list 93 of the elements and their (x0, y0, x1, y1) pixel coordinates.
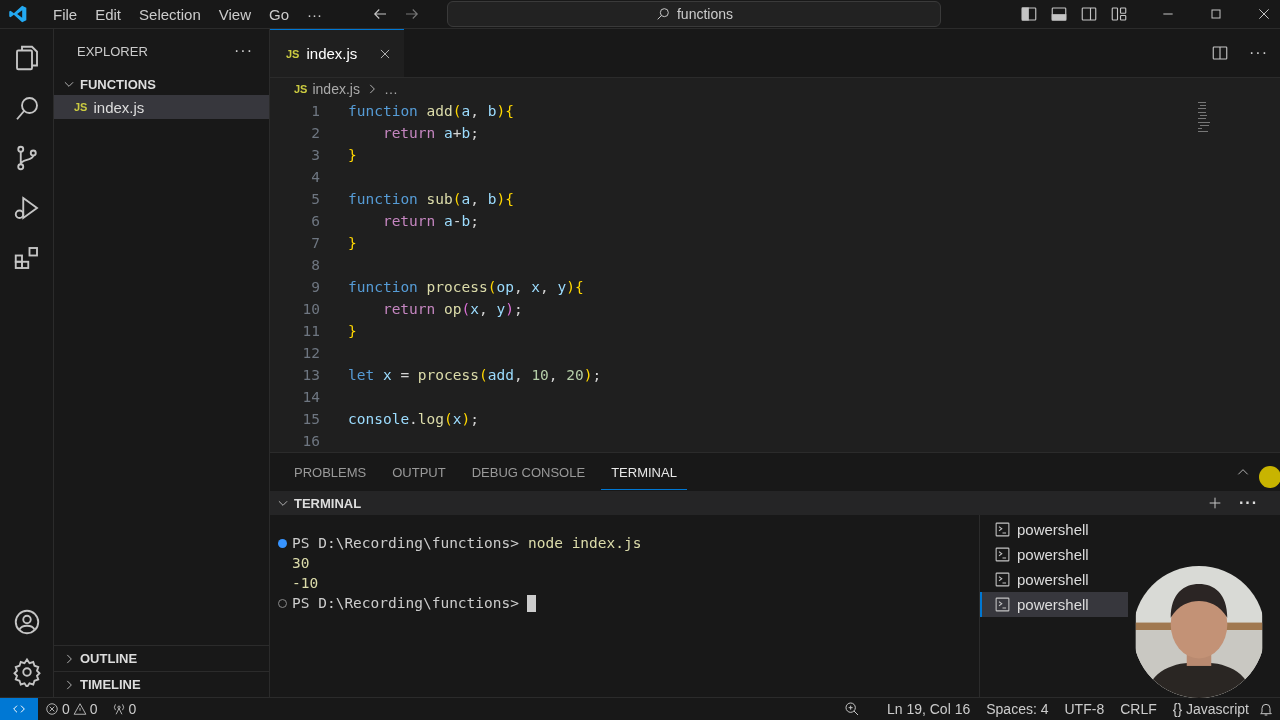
warning-icon (72, 702, 87, 716)
file-name: index.js (93, 98, 145, 116)
bell-icon[interactable] (1258, 701, 1274, 717)
settings-icon[interactable] (11, 657, 42, 687)
search-icon (655, 6, 671, 22)
terminal-prompt: PS D:\Recording\functions> (292, 535, 519, 551)
code-line: return a+b; (381, 124, 479, 143)
language-status[interactable]: {} Javascript (1165, 701, 1256, 717)
line-number: 14 (301, 388, 321, 407)
app-logo (8, 4, 28, 24)
panel-toggle-icon[interactable] (1050, 5, 1068, 23)
code-line: } (348, 146, 357, 165)
line-number: 13 (301, 366, 321, 385)
zoom-icon[interactable] (843, 701, 860, 717)
terminal-header[interactable]: TERMINAL ··· (270, 491, 1280, 515)
line-number: 11 (301, 322, 321, 341)
status-item[interactable]: Spaces: 4 (979, 701, 1056, 717)
line-number: 4 (310, 168, 321, 187)
line-number: 16 (301, 432, 321, 451)
line-number: 8 (310, 256, 321, 275)
terminal-output: 30 (292, 555, 310, 571)
panel-tab[interactable]: DEBUG CONSOLE (461, 454, 596, 490)
terminal-session-item[interactable]: powershell (980, 592, 1128, 617)
panel-tab[interactable]: TERMINAL (601, 454, 687, 490)
status-item[interactable]: Ln 19, Col 16 (879, 701, 978, 717)
js-file-icon: JS (286, 47, 300, 60)
menu-item[interactable]: Go (260, 2, 298, 26)
terminal-title: TERMINAL (294, 495, 362, 511)
close-icon[interactable] (1256, 6, 1272, 22)
command-search-field[interactable]: functions (447, 1, 941, 27)
breadcrumb-item[interactable]: … (383, 81, 398, 97)
terminal-icon (994, 546, 1011, 563)
maximize-icon[interactable] (1208, 6, 1224, 22)
terminal-icon (994, 571, 1011, 588)
sidebar-toggle-icon[interactable] (1020, 5, 1038, 23)
status-item[interactable]: UTF-8 (1057, 701, 1112, 717)
problems-status[interactable]: 0 0 (38, 701, 105, 717)
line-number: 9 (310, 278, 321, 297)
line-number: 6 (310, 212, 321, 231)
tab-label: index.js (306, 45, 358, 62)
code-line: let x = process(add, 10, 20); (348, 366, 602, 385)
menu-item[interactable]: Selection (130, 2, 210, 26)
code-line: return a-b; (381, 212, 479, 231)
line-number: 5 (310, 190, 321, 209)
menu-item[interactable]: ··· (298, 2, 331, 26)
terminal-session-item[interactable]: powershell (980, 517, 1128, 542)
tree-item[interactable]: JS index.js (54, 95, 269, 119)
new-terminal-icon[interactable] (1207, 495, 1223, 511)
antenna-icon (111, 702, 126, 716)
minimap-drawing (1198, 102, 1210, 132)
editor-tab[interactable]: JS index.js (270, 29, 405, 77)
code-line: console.log(x); (348, 410, 479, 429)
code-line: return op(x, y); (381, 300, 523, 319)
code-line: } (348, 322, 357, 341)
breadcrumb-item[interactable]: index.js (312, 81, 360, 97)
ports-status[interactable]: 0 (104, 701, 144, 717)
code-line: function sub(a, b){ (348, 190, 514, 209)
line-number: 7 (310, 234, 321, 253)
terminal-output: -10 (292, 575, 319, 591)
line-number: 1 (310, 102, 321, 121)
secondary-sidebar-icon[interactable] (1080, 5, 1098, 23)
line-number: 10 (301, 300, 321, 319)
menu-item[interactable]: View (209, 2, 260, 26)
menu-item[interactable]: File (44, 2, 87, 26)
terminal-icon (994, 596, 1011, 613)
js-file-icon: JS (74, 101, 88, 113)
more-actions-button[interactable]: ··· (1239, 494, 1258, 512)
js-file-icon: JS (294, 83, 308, 95)
line-number: 12 (301, 344, 321, 363)
panel-tab[interactable]: PROBLEMS (284, 454, 377, 490)
search-value: functions (677, 6, 734, 22)
terminal-session-item[interactable]: powershell (980, 567, 1128, 592)
explorer-title: EXPLORER (77, 43, 148, 59)
more-actions-button[interactable]: ··· (1249, 44, 1268, 62)
folder-header[interactable]: FUNCTIONS (54, 73, 269, 95)
panel-tab[interactable]: OUTPUT (382, 454, 456, 490)
code-line: function add(a, b){ (348, 102, 514, 121)
terminal-command: node index.js (528, 535, 642, 551)
code-line: function process(op, x, y){ (348, 278, 584, 297)
menu-item[interactable]: Edit (86, 2, 131, 26)
status-item[interactable]: CRLF (1113, 701, 1164, 717)
error-icon (45, 702, 59, 716)
split-editor-icon[interactable] (1211, 44, 1229, 62)
terminal-session-item[interactable]: powershell (980, 542, 1128, 567)
layout-icon[interactable] (1110, 5, 1128, 23)
code-line: } (348, 234, 357, 253)
line-number: 3 (310, 146, 321, 165)
terminal-prompt: PS D:\Recording\functions> (292, 595, 519, 611)
more-actions-button[interactable]: ··· (234, 42, 253, 60)
section-header[interactable]: OUTLINE (54, 645, 269, 671)
terminal-icon (994, 521, 1011, 538)
line-number: 15 (301, 410, 321, 429)
line-number: 2 (310, 124, 321, 143)
